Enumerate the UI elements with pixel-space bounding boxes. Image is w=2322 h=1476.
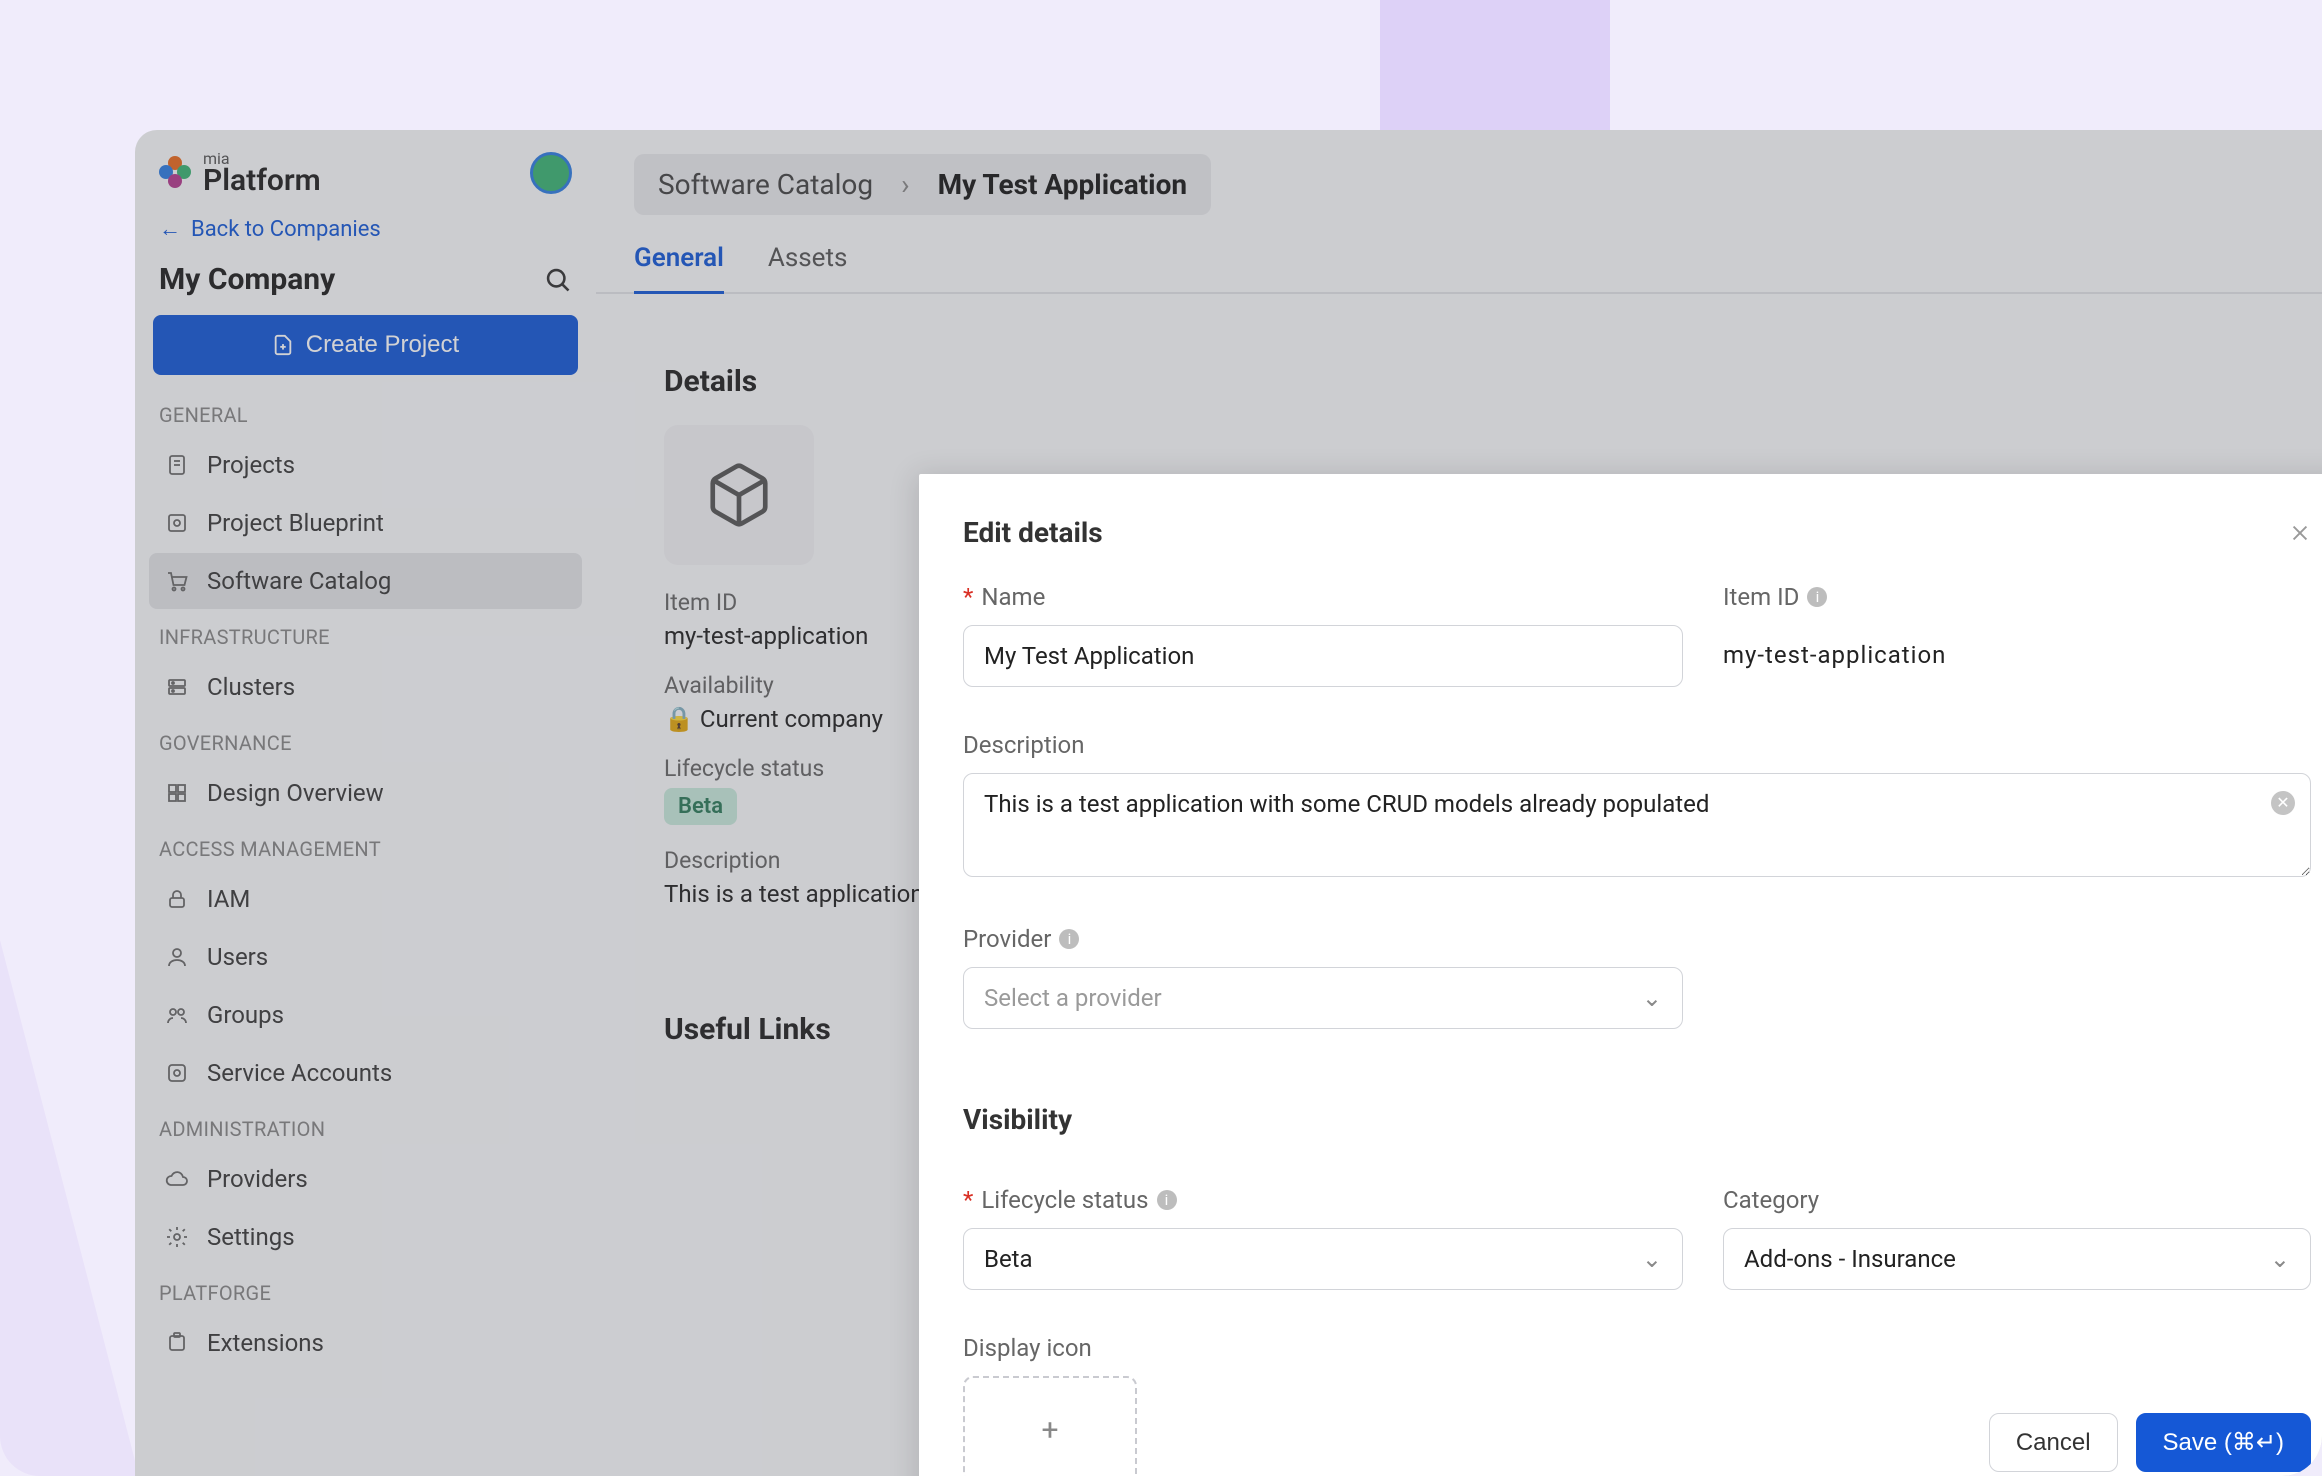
category-label: Category — [1723, 1186, 1819, 1214]
close-button[interactable] — [2289, 522, 2311, 544]
clear-description-button[interactable]: ✕ — [2271, 791, 2295, 815]
description-input[interactable] — [963, 773, 2311, 877]
info-icon[interactable]: i — [1059, 929, 1079, 949]
icon-upload[interactable]: + — [963, 1376, 1137, 1476]
plus-icon: + — [1041, 1413, 1058, 1448]
category-select[interactable]: Add-ons - Insurance ⌄ — [1723, 1228, 2311, 1290]
cancel-button[interactable]: Cancel — [1989, 1413, 2118, 1472]
chevron-down-icon: ⌄ — [1642, 984, 1662, 1012]
provider-label: Provider — [963, 925, 1051, 953]
provider-select[interactable]: Select a provider ⌄ — [963, 967, 1683, 1029]
name-label: Name — [981, 583, 1045, 611]
category-value: Add-ons - Insurance — [1744, 1245, 1956, 1273]
item-id-readonly: my-test-application — [1723, 625, 2311, 669]
name-input[interactable] — [963, 625, 1683, 687]
info-icon[interactable]: i — [1157, 1190, 1177, 1210]
lifecycle-select[interactable]: Beta ⌄ — [963, 1228, 1683, 1290]
lifecycle-label-modal: Lifecycle status — [981, 1186, 1148, 1214]
chevron-down-icon: ⌄ — [1642, 1245, 1662, 1273]
lifecycle-value: Beta — [984, 1245, 1033, 1273]
display-icon-label: Display icon — [963, 1334, 1092, 1362]
chevron-down-icon: ⌄ — [2270, 1245, 2290, 1273]
visibility-heading: Visibility — [963, 1103, 2311, 1136]
close-icon — [2289, 522, 2311, 544]
save-button[interactable]: Save (⌘↵) — [2136, 1413, 2311, 1472]
app-window: mia Platform ← Back to Companies My Comp… — [135, 130, 2322, 1476]
edit-details-modal: Edit details *Name Item IDi my-test-appl… — [919, 474, 2322, 1476]
info-icon[interactable]: i — [1807, 587, 1827, 607]
provider-placeholder: Select a provider — [984, 984, 1162, 1012]
item-id-label-modal: Item ID — [1723, 583, 1799, 611]
modal-title: Edit details — [963, 516, 1103, 549]
description-label-modal: Description — [963, 731, 1085, 759]
